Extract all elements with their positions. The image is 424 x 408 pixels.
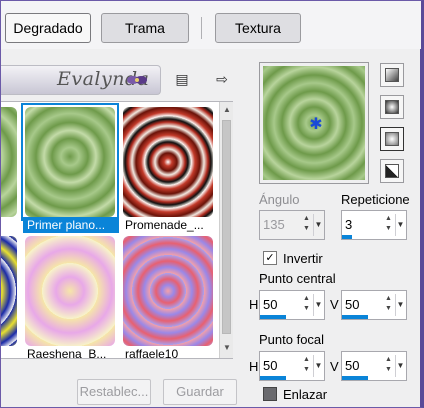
center-v-field[interactable]: 50 ▲ ▼ ▼ xyxy=(341,290,407,320)
reset-button[interactable]: Restablec... xyxy=(77,379,151,405)
focal-h-field[interactable]: 50 ▲ ▼ ▼ xyxy=(259,351,325,381)
tab-degradado[interactable]: Degradado xyxy=(5,13,91,43)
preset-thumb[interactable]: Raeshena_B... xyxy=(23,234,117,358)
rectangular-style-icon xyxy=(385,100,399,114)
focal-point-label: Punto focal xyxy=(259,332,325,347)
center-crosshair-icon[interactable]: ✱ xyxy=(309,117,323,133)
angle-spinner[interactable]: ▲ ▼ xyxy=(302,214,311,236)
center-v-slider-bar xyxy=(342,315,368,319)
preset-thumb-image xyxy=(123,236,213,346)
linear-style-icon xyxy=(385,68,399,82)
focal-h-label: H xyxy=(249,359,259,374)
angle-label: Ángulo xyxy=(259,192,300,207)
center-v-label: V xyxy=(330,297,339,312)
export-arrow-icon[interactable]: ⇨ xyxy=(213,70,231,88)
preset-caption: Primer plano... xyxy=(23,217,119,233)
angle-value: 135 xyxy=(263,217,285,232)
angle-field[interactable]: 135 ▲ ▼ ▼ xyxy=(259,210,325,240)
focal-v-spinner[interactable]: ▲ ▼ xyxy=(384,355,393,377)
preset-thumb[interactable] xyxy=(1,105,19,219)
tab-textura[interactable]: Textura xyxy=(215,13,301,43)
style-rectangular-button[interactable] xyxy=(380,95,404,119)
center-h-spinner[interactable]: ▲ ▼ xyxy=(302,294,311,316)
link-checkbox[interactable] xyxy=(263,387,277,401)
link-label: Enlazar xyxy=(283,387,328,402)
focal-h-value: 50 xyxy=(263,358,278,373)
preset-grid: Primer plano... Promenade_... ol Raeshen… xyxy=(1,101,233,359)
focal-v-slider-bar xyxy=(342,376,368,380)
style-linear-button[interactable] xyxy=(380,63,404,87)
angle-dropdown-icon[interactable]: ▼ xyxy=(313,214,323,236)
preset-thumb-image xyxy=(25,107,115,217)
scroll-thumb[interactable] xyxy=(222,120,231,334)
scroll-up-icon[interactable]: ▲ xyxy=(221,104,233,116)
focal-v-field[interactable]: 50 ▲ ▼ ▼ xyxy=(341,351,407,381)
invert-checkbox[interactable]: ✓ xyxy=(263,251,277,265)
preset-caption: Raeshena_B... xyxy=(27,347,107,359)
center-v-value: 50 xyxy=(345,297,360,312)
center-h-dropdown-icon[interactable]: ▼ xyxy=(313,294,323,316)
tab-separator xyxy=(201,17,202,39)
preset-thumb-image xyxy=(1,107,17,217)
tab-trama[interactable]: Trama xyxy=(101,13,189,43)
save-button[interactable]: Guardar xyxy=(163,379,237,405)
tab-bar: Degradado Trama Textura xyxy=(1,1,421,49)
center-v-dropdown-icon[interactable]: ▼ xyxy=(395,294,405,316)
repeats-spinner[interactable]: ▲ ▼ xyxy=(384,214,393,236)
center-h-field[interactable]: 50 ▲ ▼ ▼ xyxy=(259,290,325,320)
preset-thumb-image xyxy=(1,236,17,346)
repeats-value: 3 xyxy=(345,217,353,232)
center-v-spinner[interactable]: ▲ ▼ xyxy=(384,294,393,316)
center-point-label: Punto central xyxy=(259,271,336,286)
repeats-slider-bar xyxy=(342,235,352,239)
gradient-dialog: Degradado Trama Textura Evalynda ▤ ⇨ Pri… xyxy=(0,0,424,408)
style-radial-button[interactable] xyxy=(380,127,404,151)
invert-label: Invertir xyxy=(283,251,323,266)
repeats-label: Repeticione xyxy=(341,192,410,207)
scroll-down-icon[interactable]: ▼ xyxy=(221,342,233,354)
gradient-preview[interactable]: ✱ xyxy=(259,62,369,184)
preset-caption: ol xyxy=(1,346,21,358)
center-h-label: H xyxy=(249,297,259,312)
preset-thumb-selected[interactable]: Primer plano... xyxy=(21,103,119,233)
center-h-slider-bar xyxy=(260,315,286,319)
focal-v-value: 50 xyxy=(345,358,360,373)
repeats-field[interactable]: 3 ▲ ▼ ▼ xyxy=(341,210,407,240)
preset-thumb-image xyxy=(123,107,213,217)
list-view-icon[interactable]: ▤ xyxy=(173,70,191,88)
preset-picker-bar[interactable]: Evalynda xyxy=(1,65,161,95)
preset-thumb[interactable]: ol xyxy=(1,234,19,348)
flower-icon xyxy=(127,76,147,84)
preset-caption: raffaele10 xyxy=(125,347,179,359)
preset-thumb-image xyxy=(25,236,115,346)
preset-thumb[interactable]: raffaele10 xyxy=(121,234,215,358)
preset-caption xyxy=(1,217,21,233)
preset-thumb[interactable]: Promenade_... xyxy=(121,105,215,232)
sunburst-style-icon xyxy=(385,164,399,178)
style-sunburst-button[interactable] xyxy=(380,159,404,183)
preset-caption: Promenade_... xyxy=(125,218,204,232)
focal-v-label: V xyxy=(330,359,339,374)
radial-style-icon xyxy=(385,132,399,146)
center-h-value: 50 xyxy=(263,297,278,312)
repeats-dropdown-icon[interactable]: ▼ xyxy=(395,214,405,236)
focal-v-dropdown-icon[interactable]: ▼ xyxy=(395,355,405,377)
preset-scrollbar[interactable]: ▲ ▼ xyxy=(219,102,233,358)
focal-h-dropdown-icon[interactable]: ▼ xyxy=(313,355,323,377)
focal-h-spinner[interactable]: ▲ ▼ xyxy=(302,355,311,377)
focal-h-slider-bar xyxy=(260,376,286,380)
